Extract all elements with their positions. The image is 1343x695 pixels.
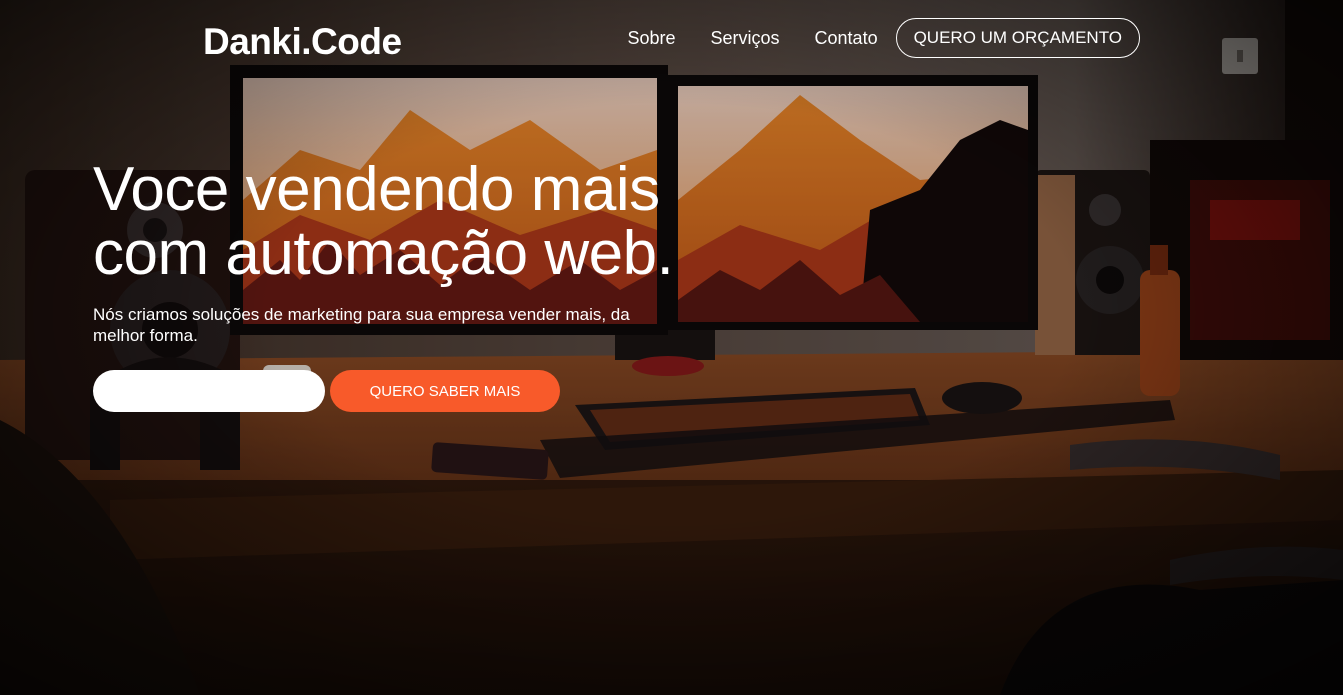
hero-headline-line2: com automação web. xyxy=(93,219,674,288)
nav-link-sobre[interactable]: Sobre xyxy=(627,18,675,58)
request-quote-button[interactable]: QUERO UM ORÇAMENTO xyxy=(895,18,1140,58)
site-header: Danki.Code Sobre Serviços Contato QUERO … xyxy=(0,0,1343,80)
hero-content: Voce vendendo mais com automação web. Nó… xyxy=(93,158,713,412)
email-input[interactable] xyxy=(93,370,325,412)
nav-link-contato[interactable]: Contato xyxy=(815,18,878,58)
main-nav: Sobre Serviços Contato QUERO UM ORÇAMENT… xyxy=(627,18,1140,58)
hero-section: Danki.Code Sobre Serviços Contato QUERO … xyxy=(0,0,1343,695)
brand-logo[interactable]: Danki.Code xyxy=(203,20,402,64)
hero-headline: Voce vendendo mais com automação web. xyxy=(93,158,713,286)
nav-link-servicos[interactable]: Serviços xyxy=(711,18,780,58)
hero-headline-line1: Voce vendendo mais xyxy=(93,155,660,224)
learn-more-button[interactable]: QUERO SABER MAIS xyxy=(330,370,560,412)
hero-subtext: Nós criamos soluções de marketing para s… xyxy=(93,305,630,345)
lead-form: QUERO SABER MAIS xyxy=(93,370,713,412)
